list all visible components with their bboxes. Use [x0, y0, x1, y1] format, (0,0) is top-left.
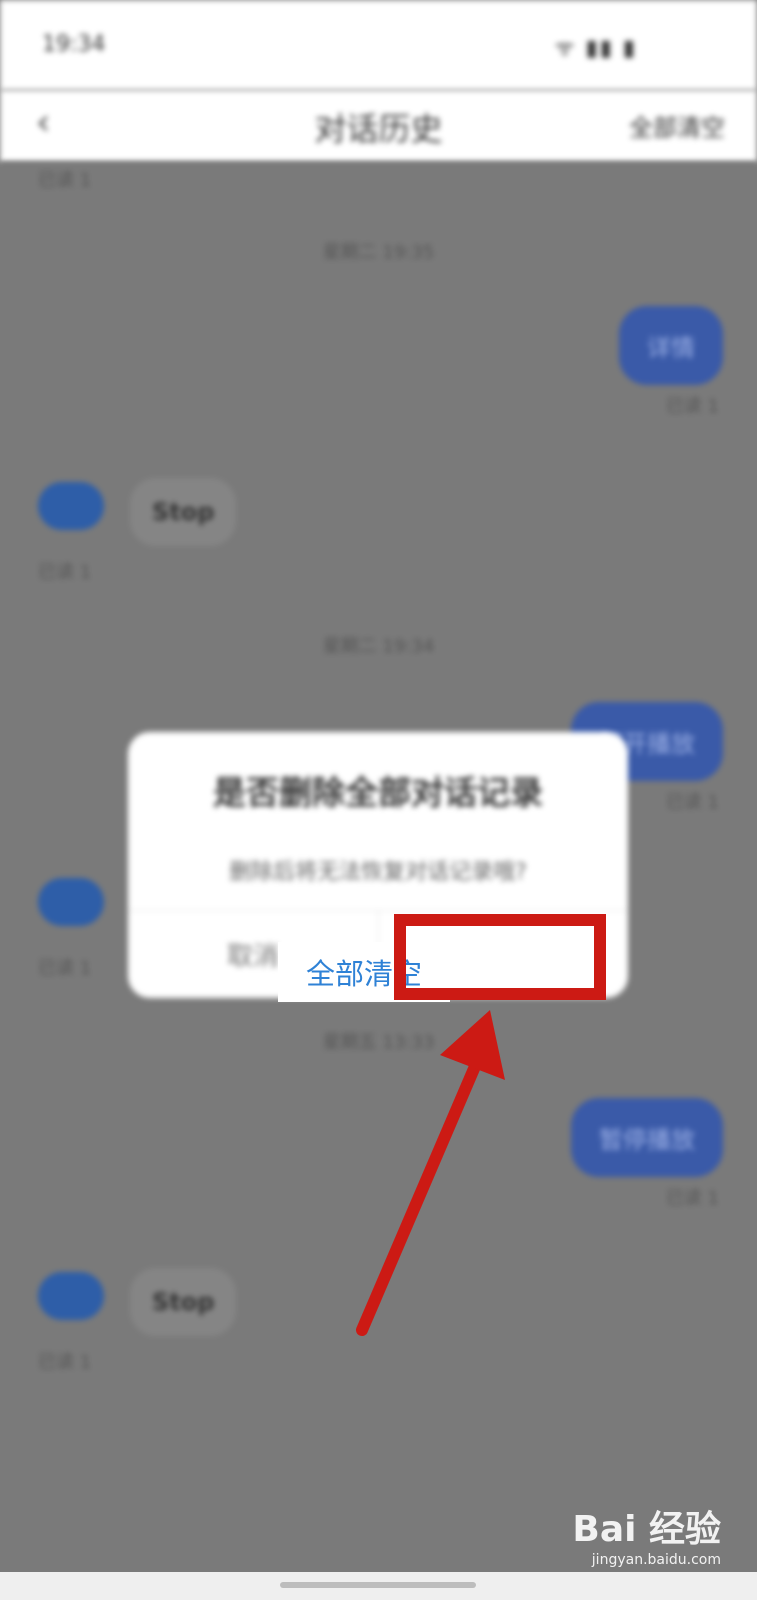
annotation-arrow: [356, 1010, 505, 1336]
bottom-bar: [0, 1572, 757, 1600]
watermark-url: jingyan.baidu.com: [591, 1552, 721, 1568]
watermark: Bai 经验 jingyan.baidu.com: [572, 1500, 721, 1568]
home-indicator[interactable]: [280, 1582, 476, 1588]
arrow-shaft: [356, 1044, 488, 1336]
watermark-logo: Bai 经验: [572, 1509, 721, 1550]
